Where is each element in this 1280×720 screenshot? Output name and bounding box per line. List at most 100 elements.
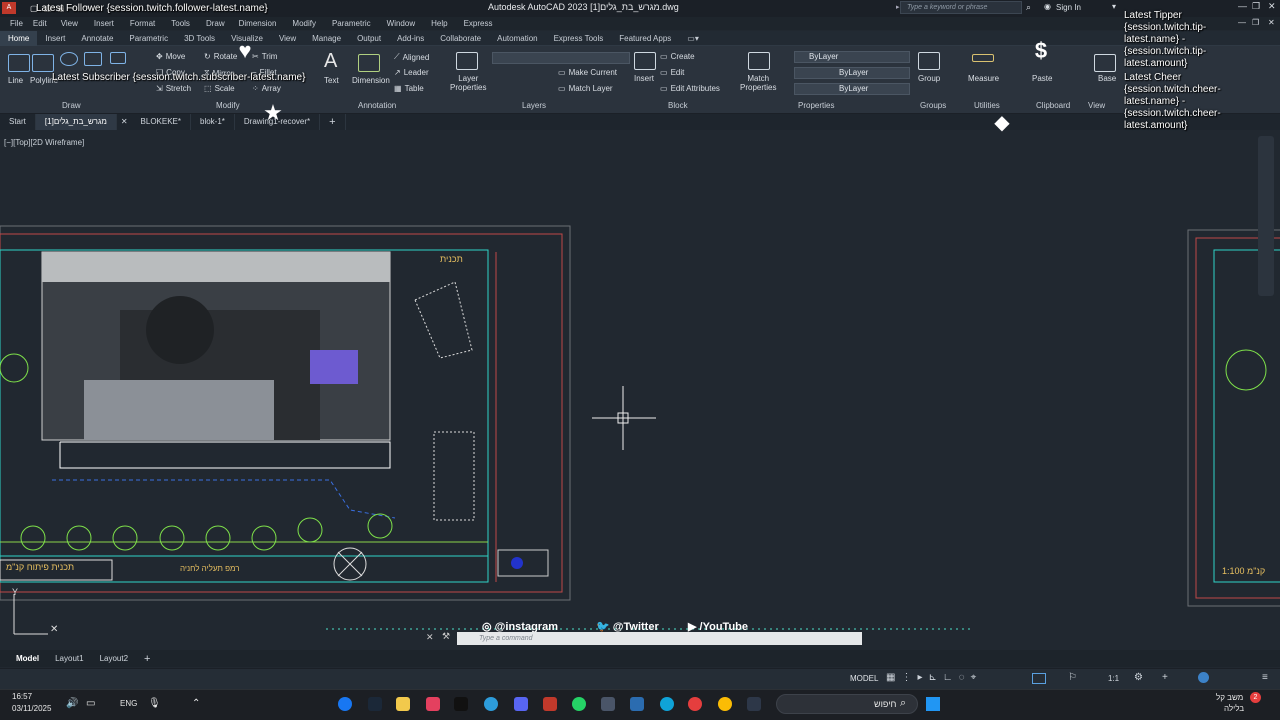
navigation-bar[interactable] bbox=[1258, 136, 1274, 296]
windows-start-icon[interactable] bbox=[926, 697, 940, 711]
menu-file[interactable]: File bbox=[10, 19, 23, 28]
status-toggles[interactable]: ▦⋮▸⊾∟◌⌖ bbox=[886, 672, 982, 683]
measure-button[interactable]: Measure bbox=[968, 74, 999, 83]
menu-dimension[interactable]: Dimension bbox=[239, 19, 277, 28]
user-icon[interactable]: ◉ bbox=[1044, 2, 1051, 11]
command-tool-icon[interactable]: ⚒ bbox=[442, 631, 450, 642]
tab-parametric[interactable]: Parametric bbox=[121, 31, 176, 46]
chrome-icon[interactable] bbox=[718, 697, 732, 711]
dropdown-arrow-icon[interactable]: ▾ bbox=[1112, 2, 1116, 11]
discord-icon[interactable] bbox=[514, 697, 528, 711]
line-icon[interactable] bbox=[8, 54, 30, 72]
tab-output[interactable]: Output bbox=[349, 31, 389, 46]
edge-icon[interactable] bbox=[660, 697, 674, 711]
menu-tools[interactable]: Tools bbox=[171, 19, 190, 28]
aligned-button[interactable]: ⟋ Aligned bbox=[394, 52, 429, 62]
add-icon[interactable]: + bbox=[1162, 672, 1168, 683]
tab-collaborate[interactable]: Collaborate bbox=[432, 31, 489, 46]
tiktok-icon[interactable] bbox=[454, 697, 468, 711]
doc-tab-start[interactable]: Start bbox=[0, 114, 36, 130]
app2-icon[interactable] bbox=[688, 697, 702, 711]
app-icon[interactable] bbox=[426, 697, 440, 711]
close-icon[interactable]: ✕ bbox=[1268, 1, 1276, 12]
settings-icon[interactable]: ⚙ bbox=[1134, 672, 1143, 683]
stretch-button[interactable]: ⇲ Stretch bbox=[156, 84, 191, 93]
tab-express-tools[interactable]: Express Tools bbox=[546, 31, 612, 46]
steam-icon[interactable] bbox=[368, 697, 382, 711]
text-icon[interactable]: A bbox=[324, 50, 337, 73]
base-view-button[interactable]: Base bbox=[1098, 74, 1116, 83]
block-panel-label[interactable]: Block bbox=[668, 101, 688, 110]
clock-time[interactable]: 16:57 bbox=[12, 692, 32, 701]
notification-badge[interactable]: 2 bbox=[1250, 692, 1261, 703]
selection-cycling-icon[interactable] bbox=[1032, 673, 1046, 684]
menu-draw[interactable]: Draw bbox=[206, 19, 225, 28]
model-space-button[interactable]: MODEL bbox=[850, 674, 878, 683]
search-icon[interactable]: ⌕ bbox=[1026, 2, 1031, 13]
command-close-icon[interactable]: ✕ bbox=[426, 632, 434, 643]
menu-format[interactable]: Format bbox=[130, 19, 155, 28]
tab-annotate[interactable]: Annotate bbox=[73, 31, 121, 46]
autocad-logo-icon[interactable]: A bbox=[2, 2, 16, 14]
network-icon[interactable]: ▭ bbox=[86, 698, 95, 709]
annotation-scale[interactable]: 1:1 bbox=[1108, 674, 1119, 683]
store-icon[interactable] bbox=[630, 697, 644, 711]
weather-subtext[interactable]: בלילה bbox=[1224, 704, 1244, 713]
move-button[interactable]: ✥ Move bbox=[156, 52, 185, 61]
doc-tab-close-icon[interactable]: ✕ bbox=[117, 114, 132, 130]
menu-parametric[interactable]: Parametric bbox=[332, 19, 371, 28]
help-search-input[interactable]: Type a keyword or phrase bbox=[900, 1, 1022, 14]
customize-icon[interactable]: ≡ bbox=[1262, 672, 1268, 683]
layer-properties-icon[interactable] bbox=[456, 52, 478, 70]
dimension-button[interactable]: Dimension bbox=[352, 76, 390, 85]
view-panel-label[interactable]: View bbox=[1088, 101, 1105, 110]
tab-layout1[interactable]: Layout1 bbox=[47, 654, 91, 663]
base-view-icon[interactable] bbox=[1094, 54, 1116, 72]
sign-in-link[interactable]: Sign In bbox=[1056, 3, 1081, 12]
group-button[interactable]: Group bbox=[918, 74, 940, 83]
clock-date[interactable]: 03/11/2025 bbox=[12, 704, 51, 713]
annotation-panel-label[interactable]: Annotation bbox=[358, 101, 396, 110]
clipboard-panel-label[interactable]: Clipboard bbox=[1036, 101, 1070, 110]
menu-help[interactable]: Help bbox=[431, 19, 447, 28]
menu-window[interactable]: Window bbox=[387, 19, 415, 28]
layers-panel-label[interactable]: Layers bbox=[522, 101, 546, 110]
edit-attributes-button[interactable]: ▭ Edit Attributes bbox=[660, 84, 720, 93]
groups-panel-label[interactable]: Groups bbox=[920, 101, 946, 110]
match-properties-button[interactable]: Match Properties bbox=[740, 74, 776, 92]
menu-view[interactable]: View bbox=[61, 19, 78, 28]
properties-panel-label[interactable]: Properties bbox=[798, 101, 834, 110]
line-button[interactable]: Line bbox=[8, 76, 23, 85]
add-layout-icon[interactable]: + bbox=[136, 653, 158, 665]
array-button[interactable]: ⁘ Array bbox=[252, 84, 281, 93]
make-current-button[interactable]: ▭ Make Current bbox=[558, 68, 617, 77]
tab-3d-tools[interactable]: 3D Tools bbox=[176, 31, 223, 46]
tab-insert[interactable]: Insert bbox=[37, 31, 73, 46]
circle-icon[interactable] bbox=[60, 52, 78, 66]
calculator-icon[interactable] bbox=[601, 697, 615, 711]
tab-model[interactable]: Model bbox=[8, 654, 47, 663]
insert-icon[interactable] bbox=[634, 52, 656, 70]
table-button[interactable]: ▦ Table bbox=[394, 84, 424, 93]
autocad-taskbar-icon[interactable] bbox=[543, 697, 557, 711]
doc-tab-blokeke[interactable]: BLOKEKE* bbox=[132, 114, 191, 130]
new-tab-icon[interactable]: + bbox=[320, 114, 346, 130]
menu-insert[interactable]: Insert bbox=[94, 19, 114, 28]
mic-icon[interactable]: 🎙 bbox=[148, 698, 161, 709]
tab-manage[interactable]: Manage bbox=[304, 31, 349, 46]
ribbon-toggle-icon[interactable]: ▭▾ bbox=[679, 31, 707, 46]
annotation-icon[interactable]: ⚐ bbox=[1068, 672, 1077, 683]
modify-panel-label[interactable]: Modify bbox=[216, 101, 240, 110]
layer-properties-button[interactable]: Layer Properties bbox=[450, 74, 486, 92]
tab-automation[interactable]: Automation bbox=[489, 31, 545, 46]
browser-icon[interactable] bbox=[484, 697, 498, 711]
scale-button[interactable]: ⬚ Scale bbox=[204, 84, 235, 93]
menu-express[interactable]: Express bbox=[464, 19, 493, 28]
rectangle-icon[interactable] bbox=[110, 52, 126, 64]
insert-block-button[interactable]: Insert bbox=[634, 74, 654, 83]
edit-block-button[interactable]: ▭ Edit bbox=[660, 68, 684, 77]
isolate-icon[interactable] bbox=[1198, 672, 1209, 683]
group-icon[interactable] bbox=[918, 52, 940, 70]
draw-panel-label[interactable]: Draw bbox=[62, 101, 81, 110]
menu-modify[interactable]: Modify bbox=[292, 19, 316, 28]
